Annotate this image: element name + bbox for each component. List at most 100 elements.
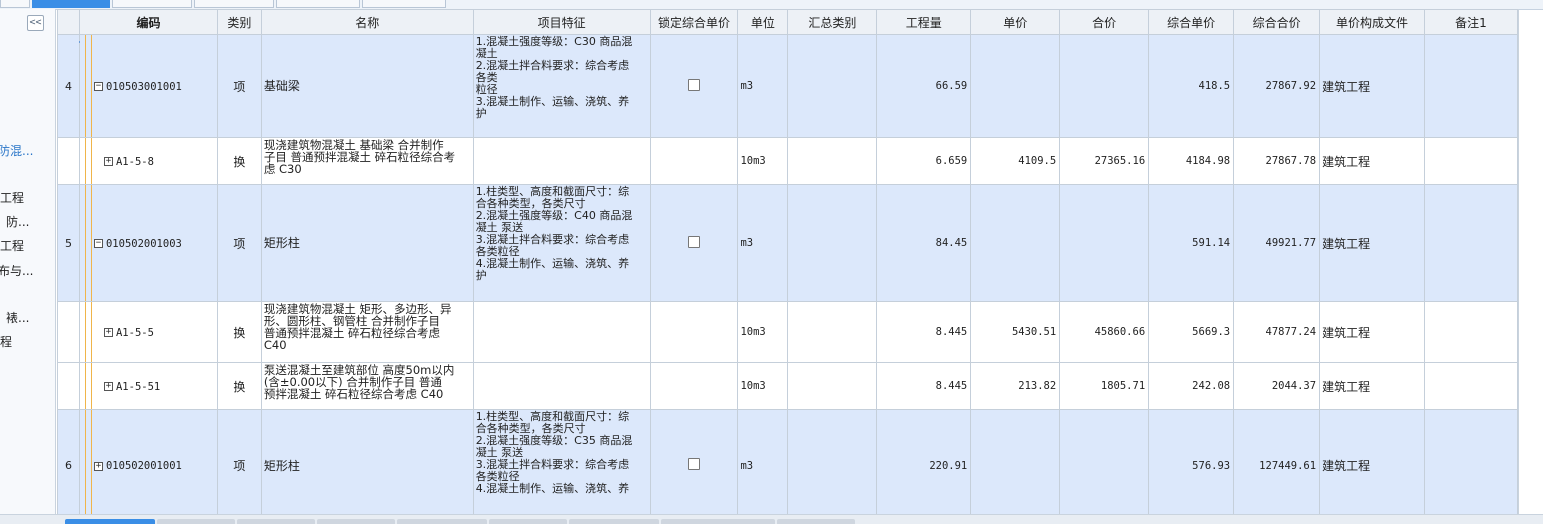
bottom-tab-active[interactable] — [65, 519, 155, 524]
bottom-tab[interactable] — [397, 519, 487, 524]
remark-cell[interactable] — [1423, 409, 1518, 514]
category-cell[interactable]: 换 — [216, 137, 262, 185]
collapse-icon[interactable]: − — [93, 239, 103, 248]
bill-item-row[interactable]: 5−010502001003 项矩形柱 1.柱类型、高度和截面尺寸：综 合各种类型，各… — [57, 184, 1518, 302]
sidebar-item[interactable]: 防... — [6, 213, 29, 230]
name-cell[interactable]: 现浇建筑物混凝土 矩形、多边形、异 形、圆形柱、钢管柱 合并制作子目 普通预拌混凝土… — [260, 301, 474, 363]
col-unit-header[interactable]: 单位 — [737, 9, 789, 35]
features-cell[interactable]: 1.柱类型、高度和截面尺寸：综 合各种类型，各类尺寸 2.混凝土强度等级：C40 商… — [472, 184, 651, 302]
features-cell[interactable]: 1.柱类型、高度和截面尺寸：综 合各种类型，各类尺寸 2.混凝土强度等级：C35 商… — [472, 409, 651, 514]
collapse-sidebar-button[interactable]: << — [27, 15, 44, 31]
summary-category-cell[interactable] — [787, 301, 878, 363]
unit-cell[interactable]: m3 — [737, 34, 789, 138]
expand-icon[interactable]: + — [103, 157, 113, 166]
comp-price-cell[interactable]: 418.5 — [1148, 34, 1235, 138]
code-cell[interactable]: + A1-5-5 — [78, 301, 218, 363]
sidebar-item[interactable]: 防混... — [0, 142, 33, 159]
top-tab-active[interactable] — [32, 0, 110, 8]
col-comp-price-header[interactable]: 综合单价 — [1148, 9, 1235, 35]
total-cell[interactable]: 1805.71 — [1059, 362, 1150, 410]
code-cell[interactable]: −010502001003 — [78, 184, 218, 302]
top-tab[interactable] — [112, 0, 192, 8]
features-cell[interactable] — [472, 362, 651, 410]
total-cell[interactable] — [1059, 34, 1150, 138]
total-cell[interactable] — [1059, 184, 1150, 302]
name-cell[interactable]: 基础梁 — [260, 34, 474, 138]
code-cell[interactable]: + A1-5-8 — [78, 137, 218, 185]
category-cell[interactable]: 换 — [216, 362, 262, 410]
bottom-tab[interactable] — [661, 519, 775, 524]
code-cell[interactable]: +010502001001 — [78, 409, 218, 514]
unit-price-cell[interactable]: 4109.5 — [970, 137, 1061, 185]
sidebar-item[interactable]: 工程 — [0, 189, 24, 206]
unit-price-cell[interactable]: 5430.51 — [970, 301, 1061, 363]
col-index-header[interactable] — [57, 9, 80, 35]
features-cell[interactable] — [472, 301, 651, 363]
code-cell[interactable]: + A1-5-51 — [78, 362, 218, 410]
remark-cell[interactable] — [1423, 184, 1518, 302]
quantity-cell[interactable]: 8.445 — [876, 301, 972, 363]
quota-sub-row[interactable]: + A1-5-51 换泵送混凝土至建筑部位 高度50m以内 (含±0.00以下) 合并… — [57, 362, 1518, 410]
lock-price-checkbox[interactable] — [687, 78, 700, 91]
price-file-cell[interactable]: 建筑工程 — [1319, 137, 1425, 185]
comp-total-cell[interactable]: 49921.77 — [1233, 184, 1321, 302]
lock-price-checkbox[interactable] — [687, 458, 700, 470]
expand-icon[interactable]: + — [103, 328, 113, 337]
bottom-tab[interactable] — [157, 519, 235, 524]
bottom-tab[interactable] — [237, 519, 315, 524]
name-cell[interactable]: 泵送混凝土至建筑部位 高度50m以内 (含±0.00以下) 合并制作子目 普通 预拌… — [260, 362, 474, 410]
top-tab[interactable] — [362, 0, 446, 8]
unit-cell[interactable]: 10m3 — [737, 137, 789, 185]
quantity-cell[interactable]: 220.91 — [876, 409, 972, 514]
collapse-icon[interactable]: − — [93, 82, 103, 91]
price-file-cell[interactable]: 建筑工程 — [1319, 362, 1425, 410]
unit-price-cell[interactable] — [970, 184, 1061, 302]
quota-sub-row[interactable]: + A1-5-8 换现浇建筑物混凝土 基础梁 合并制作 子目 普通预拌混凝土 碎石粒径… — [57, 137, 1518, 185]
quantity-cell[interactable]: 8.445 — [876, 362, 972, 410]
col-price-file-header[interactable]: 单价构成文件 — [1319, 9, 1425, 35]
col-total-header[interactable]: 合价 — [1059, 9, 1150, 35]
comp-price-cell[interactable]: 576.93 — [1148, 409, 1235, 514]
price-file-cell[interactable]: 建筑工程 — [1319, 301, 1425, 363]
bottom-tab[interactable] — [777, 519, 855, 524]
summary-category-cell[interactable] — [787, 362, 878, 410]
name-cell[interactable]: 现浇建筑物混凝土 基础梁 合并制作 子目 普通预拌混凝土 碎石粒径综合考虑 C30 — [260, 137, 474, 185]
name-cell[interactable]: 矩形柱 — [260, 184, 474, 302]
col-lock-price-header[interactable]: 锁定综合单价 — [649, 9, 739, 35]
comp-total-cell[interactable]: 2044.37 — [1233, 362, 1321, 410]
category-cell[interactable]: 项 — [216, 34, 262, 138]
bottom-tab[interactable] — [317, 519, 395, 524]
bottom-tab[interactable] — [489, 519, 567, 524]
top-tab[interactable] — [276, 0, 360, 8]
unit-price-cell[interactable] — [970, 34, 1061, 138]
category-cell[interactable]: 项 — [216, 184, 262, 302]
unit-cell[interactable]: 10m3 — [737, 362, 789, 410]
total-cell[interactable]: 45860.66 — [1059, 301, 1150, 363]
total-cell[interactable]: 27365.16 — [1059, 137, 1150, 185]
remark-cell[interactable] — [1423, 34, 1518, 138]
col-name-header[interactable]: 名称 — [260, 9, 474, 35]
comp-total-cell[interactable]: 47877.24 — [1233, 301, 1321, 363]
unit-price-cell[interactable] — [970, 409, 1061, 514]
unit-cell[interactable]: m3 — [737, 184, 789, 302]
unit-cell[interactable]: m3 — [737, 409, 789, 514]
summary-category-cell[interactable] — [787, 409, 878, 514]
features-cell[interactable] — [472, 137, 651, 185]
category-cell[interactable]: 项 — [216, 409, 262, 514]
sidebar-item[interactable]: 裱... — [6, 309, 29, 326]
bottom-tab[interactable] — [569, 519, 659, 524]
price-file-cell[interactable]: 建筑工程 — [1319, 184, 1425, 302]
expand-icon[interactable]: + — [93, 461, 103, 471]
col-comp-total-header[interactable]: 综合合价 — [1233, 9, 1321, 35]
col-category-header[interactable]: 类别 — [216, 9, 262, 35]
lock-price-checkbox[interactable] — [687, 235, 700, 248]
bill-item-row[interactable]: 4−010503001001 项基础梁 1.混凝土强度等级：C30 商品混 凝土 2.混… — [57, 34, 1518, 138]
quantity-cell[interactable]: 66.59 — [876, 34, 972, 138]
remark-cell[interactable] — [1423, 301, 1518, 363]
col-summary-category-header[interactable]: 汇总类别 — [787, 9, 878, 35]
unit-cell[interactable]: 10m3 — [737, 301, 789, 363]
summary-category-cell[interactable] — [787, 34, 878, 138]
unit-price-cell[interactable]: 213.82 — [970, 362, 1061, 410]
summary-category-cell[interactable] — [787, 137, 878, 185]
comp-price-cell[interactable]: 591.14 — [1148, 184, 1235, 302]
